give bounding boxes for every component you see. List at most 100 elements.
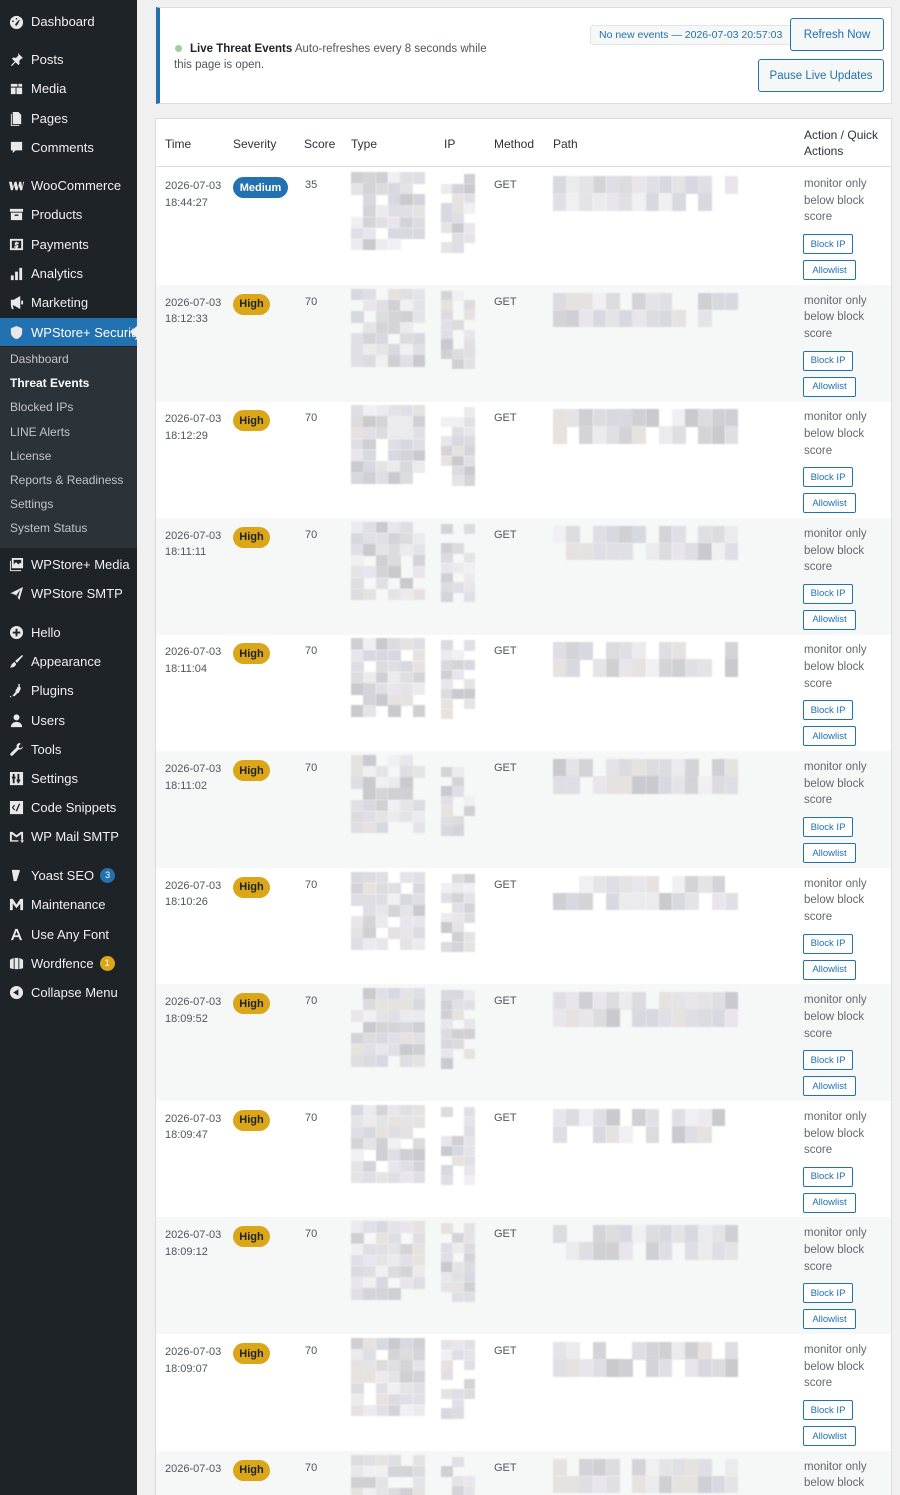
sidebar-item-comments[interactable]: Comments: [0, 133, 137, 161]
sidebar-item-payments[interactable]: Payments: [0, 230, 137, 258]
allowlist-button[interactable]: Allowlist: [803, 1192, 856, 1213]
redacted-content: [441, 1340, 476, 1419]
submenu-item[interactable]: LINE Alerts: [10, 425, 70, 439]
severity-badge: High: [233, 993, 270, 1015]
sidebar-item-media[interactable]: Media: [0, 74, 137, 102]
sidebar-item-yoast-seo[interactable]: Yoast SEO 3: [0, 861, 137, 889]
severity-badge: High: [233, 876, 270, 898]
sidebar-item-label: Posts: [31, 51, 64, 67]
redacted-content: [553, 642, 739, 677]
sidebar-item-use-any-font[interactable]: Use Any Font: [0, 920, 137, 948]
request-method: GET: [494, 878, 517, 891]
sidebar-item-label: Use Any Font: [31, 926, 110, 942]
request-method: GET: [494, 1345, 517, 1357]
sidebar-item-wpstore-media[interactable]: WPStore+ Media: [0, 550, 137, 578]
pause-live-updates-button[interactable]: Pause Live Updates: [758, 59, 884, 92]
redacted-content: [351, 405, 426, 484]
allowlist-button[interactable]: Allowlist: [803, 843, 856, 863]
sidebar-item-label: Tools: [31, 741, 62, 757]
submenu-item[interactable]: Blocked IPs: [10, 400, 73, 414]
column-header: IP: [444, 137, 456, 151]
severity-badge: High: [233, 1343, 270, 1364]
block-ip-button[interactable]: Block IP: [803, 467, 853, 488]
yoast-icon: [8, 867, 24, 883]
redacted-content: [351, 988, 426, 1067]
status-pill: No new events — 2026-07-03 20:57:03: [590, 25, 792, 45]
redacted-content: [351, 172, 426, 251]
allowlist-button[interactable]: Allowlist: [803, 959, 856, 980]
allowlist-button[interactable]: Allowlist: [803, 376, 856, 397]
action-status: monitor only below block score: [804, 527, 867, 574]
sidebar-item-code-snippets[interactable]: Code Snippets: [0, 793, 137, 821]
event-time: 2026-07-03 18:11:11: [165, 529, 222, 559]
sidebar-item-wordfence[interactable]: Wordfence 1: [0, 949, 137, 977]
block-ip-button[interactable]: Block IP: [803, 350, 853, 371]
submenu-item[interactable]: Reports & Readiness: [10, 473, 123, 487]
sidebar-item-analytics[interactable]: Analytics: [0, 259, 137, 287]
sidebar-item-maintenance[interactable]: Maintenance: [0, 890, 137, 918]
table-row: 2026-07-03 18:11:02 High 70 GET monitor only…: [156, 751, 891, 868]
allowlist-button[interactable]: Allowlist: [803, 493, 856, 514]
allowlist-button[interactable]: Allowlist: [803, 1309, 856, 1330]
sidebar-item-collapse-menu[interactable]: Collapse Menu: [0, 978, 137, 1006]
submenu-item[interactable]: Threat Events: [10, 376, 89, 390]
sidebar-item-wp-mail-smtp[interactable]: WP Mail SMTP: [0, 822, 137, 850]
block-ip-button[interactable]: Block IP: [803, 933, 853, 954]
event-time: 2026-07-03 18:10:26: [165, 879, 222, 909]
sidebar-item-hello[interactable]: Hello: [0, 618, 137, 646]
sidebar-item-appearance[interactable]: Appearance: [0, 647, 137, 675]
sidebar-item-users[interactable]: Users: [0, 706, 137, 734]
allowlist-button[interactable]: Allowlist: [803, 609, 856, 630]
allowlist-button[interactable]: Allowlist: [803, 1076, 856, 1097]
sidebar-item-wpstore-smtp[interactable]: WPStore SMTP: [0, 579, 137, 607]
event-time: 2026-07-03 18:11:02: [165, 763, 222, 792]
request-method: GET: [494, 295, 517, 308]
sidebar-item-products[interactable]: Products: [0, 200, 137, 228]
sidebar-item-wpstore-security[interactable]: WPStore+ Security: [0, 318, 137, 346]
severity-badge: Medium: [233, 177, 288, 198]
submenu-item[interactable]: License: [10, 449, 51, 463]
refresh-now-button[interactable]: Refresh Now: [790, 18, 884, 51]
redacted-content: [553, 176, 739, 211]
submenu-item[interactable]: System Status: [10, 521, 87, 535]
block-ip-button[interactable]: Block IP: [803, 1166, 853, 1187]
bar-chart-icon: [8, 265, 24, 281]
code-icon: [8, 799, 24, 815]
sidebar-item-label: Yoast SEO: [31, 867, 95, 883]
sidebar-item-settings[interactable]: Settings: [0, 764, 137, 792]
action-status: monitor only below block score: [804, 411, 867, 457]
submenu-item[interactable]: Settings: [10, 497, 53, 511]
sidebar-item-plugins[interactable]: Plugins: [0, 676, 137, 704]
severity-badge: High: [233, 293, 270, 315]
wordfence-icon: [8, 955, 24, 971]
block-ip-button[interactable]: Block IP: [803, 700, 853, 721]
block-ip-button[interactable]: Block IP: [803, 1050, 853, 1071]
event-time: 2026-07-03 18:12:33: [165, 296, 222, 326]
brush-icon: [8, 653, 24, 669]
event-time: 2026-07-03: [165, 1462, 222, 1475]
column-header: Type: [351, 137, 378, 151]
sidebar-item-dashboard[interactable]: Dashboard: [0, 7, 137, 35]
sidebar-item-posts[interactable]: Posts: [0, 45, 137, 73]
sidebar-item-woocommerce[interactable]: WooCommerce: [0, 171, 137, 199]
block-ip-button[interactable]: Block IP: [803, 1283, 853, 1304]
font-icon: [8, 926, 24, 942]
submenu-item[interactable]: Dashboard: [10, 352, 69, 366]
sidebar-item-marketing[interactable]: Marketing: [0, 288, 137, 316]
sidebar-item-pages[interactable]: Pages: [0, 104, 137, 132]
block-ip-button[interactable]: Block IP: [803, 1400, 853, 1420]
redacted-content: [441, 640, 476, 719]
allowlist-button[interactable]: Allowlist: [803, 260, 856, 280]
notification-count-badge: 1: [99, 955, 115, 971]
allowlist-button[interactable]: Allowlist: [803, 726, 856, 747]
sidebar-item-tools[interactable]: Tools: [0, 735, 137, 763]
sidebar-item-label: Settings: [31, 770, 78, 786]
allowlist-button[interactable]: Allowlist: [803, 1426, 856, 1446]
event-score: 70: [305, 295, 318, 308]
block-ip-button[interactable]: Block IP: [803, 817, 853, 837]
block-ip-button[interactable]: Block IP: [803, 234, 853, 254]
live-title: Live Threat Events: [190, 43, 293, 55]
plug-icon: [8, 682, 24, 698]
dollar-icon: [8, 236, 24, 252]
block-ip-button[interactable]: Block IP: [803, 583, 853, 604]
